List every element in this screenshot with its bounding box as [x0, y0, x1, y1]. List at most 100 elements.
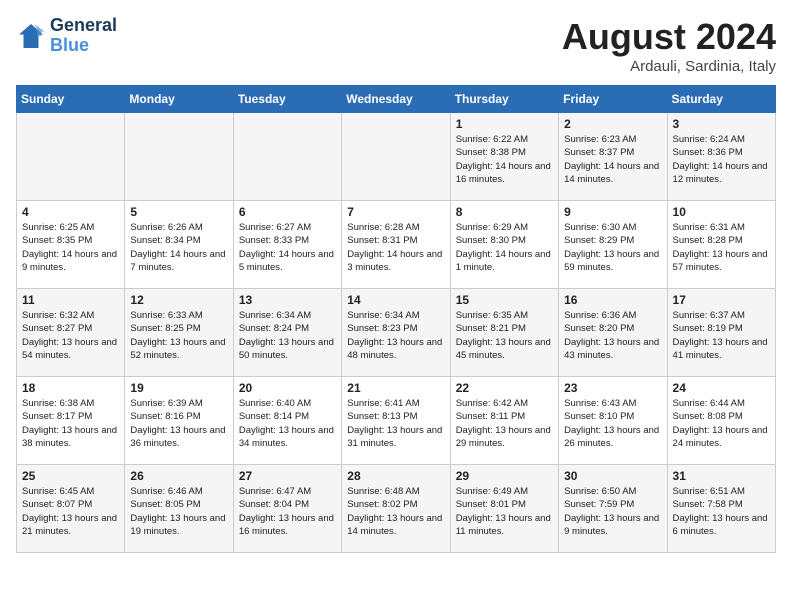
calendar-week-row: 11Sunrise: 6:32 AM Sunset: 8:27 PM Dayli…	[17, 289, 776, 377]
page-header: General Blue August 2024 Ardauli, Sardin…	[16, 16, 776, 75]
calendar-cell: 3 Sunrise: 6:24 AM Sunset: 8:36 PM Daylig…	[667, 113, 775, 201]
day-number: 9	[564, 205, 661, 219]
day-number: 13	[239, 293, 336, 307]
day-number: 19	[130, 381, 227, 395]
calendar-cell	[233, 113, 341, 201]
calendar-cell: 26Sunrise: 6:46 AM Sunset: 8:05 PM Dayli…	[125, 465, 233, 553]
day-number: 6	[239, 205, 336, 219]
sub-title: Ardauli, Sardinia, Italy	[562, 58, 776, 75]
day-info: Sunrise: 6:26 AM Sunset: 8:34 PM Dayligh…	[130, 221, 227, 274]
day-info: Sunrise: 6:51 AM Sunset: 7:58 PM Dayligh…	[673, 485, 770, 538]
day-info: Sunrise: 6:33 AM Sunset: 8:25 PM Dayligh…	[130, 309, 227, 362]
calendar-cell: 20 Sunrise: 6:40 AM Sunset: 8:14 PM Dayli…	[233, 377, 341, 465]
day-number: 18	[22, 381, 119, 395]
logo-text: General Blue	[50, 16, 117, 56]
calendar-cell: 28 Sunrise: 6:48 AM Sunset: 8:02 PM Dayli…	[342, 465, 450, 553]
weekday-header-saturday: Saturday	[667, 86, 775, 113]
logo: General Blue	[16, 16, 117, 56]
day-number: 22	[456, 381, 553, 395]
day-number: 29	[456, 469, 553, 483]
day-info: Sunrise: 6:49 AM Sunset: 8:01 PM Dayligh…	[456, 485, 553, 538]
day-info: Sunrise: 6:48 AM Sunset: 8:02 PM Dayligh…	[347, 485, 444, 538]
calendar-cell: 18 Sunrise: 6:38 AM Sunset: 8:17 PM Dayli…	[17, 377, 125, 465]
calendar-cell: 19 Sunrise: 6:39 AM Sunset: 8:16 PM Dayli…	[125, 377, 233, 465]
calendar-week-row: 4 Sunrise: 6:25 AM Sunset: 8:35 PM Daylig…	[17, 201, 776, 289]
day-info: Sunrise: 6:38 AM Sunset: 8:17 PM Dayligh…	[22, 397, 119, 450]
day-info: Sunrise: 6:44 AM Sunset: 8:08 PM Dayligh…	[673, 397, 770, 450]
day-info: Sunrise: 6:27 AM Sunset: 8:33 PM Dayligh…	[239, 221, 336, 274]
calendar-cell: 30Sunrise: 6:50 AM Sunset: 7:59 PM Dayli…	[559, 465, 667, 553]
calendar-week-row: 18 Sunrise: 6:38 AM Sunset: 8:17 PM Dayli…	[17, 377, 776, 465]
day-number: 31	[673, 469, 770, 483]
day-number: 23	[564, 381, 661, 395]
calendar-cell: 13 Sunrise: 6:34 AM Sunset: 8:24 PM Dayli…	[233, 289, 341, 377]
day-info: Sunrise: 6:29 AM Sunset: 8:30 PM Dayligh…	[456, 221, 553, 274]
calendar-cell: 6 Sunrise: 6:27 AM Sunset: 8:33 PM Daylig…	[233, 201, 341, 289]
main-title: August 2024	[562, 16, 776, 58]
day-info: Sunrise: 6:35 AM Sunset: 8:21 PM Dayligh…	[456, 309, 553, 362]
day-info: Sunrise: 6:37 AM Sunset: 8:19 PM Dayligh…	[673, 309, 770, 362]
day-number: 4	[22, 205, 119, 219]
calendar-cell: 12Sunrise: 6:33 AM Sunset: 8:25 PM Dayli…	[125, 289, 233, 377]
calendar-table: SundayMondayTuesdayWednesdayThursdayFrid…	[16, 85, 776, 553]
day-number: 24	[673, 381, 770, 395]
day-info: Sunrise: 6:34 AM Sunset: 8:23 PM Dayligh…	[347, 309, 444, 362]
calendar-cell: 27Sunrise: 6:47 AM Sunset: 8:04 PM Dayli…	[233, 465, 341, 553]
calendar-cell: 4 Sunrise: 6:25 AM Sunset: 8:35 PM Daylig…	[17, 201, 125, 289]
weekday-header-monday: Monday	[125, 86, 233, 113]
calendar-cell: 21 Sunrise: 6:41 AM Sunset: 8:13 PM Dayli…	[342, 377, 450, 465]
day-info: Sunrise: 6:25 AM Sunset: 8:35 PM Dayligh…	[22, 221, 119, 274]
day-info: Sunrise: 6:47 AM Sunset: 8:04 PM Dayligh…	[239, 485, 336, 538]
calendar-week-row: 25Sunrise: 6:45 AM Sunset: 8:07 PM Dayli…	[17, 465, 776, 553]
day-number: 3	[673, 117, 770, 131]
day-info: Sunrise: 6:39 AM Sunset: 8:16 PM Dayligh…	[130, 397, 227, 450]
logo-line1: General	[50, 16, 117, 36]
day-info: Sunrise: 6:42 AM Sunset: 8:11 PM Dayligh…	[456, 397, 553, 450]
calendar-cell: 14 Sunrise: 6:34 AM Sunset: 8:23 PM Dayli…	[342, 289, 450, 377]
calendar-cell: 15 Sunrise: 6:35 AM Sunset: 8:21 PM Dayli…	[450, 289, 558, 377]
calendar-cell: 8 Sunrise: 6:29 AM Sunset: 8:30 PM Daylig…	[450, 201, 558, 289]
title-block: August 2024 Ardauli, Sardinia, Italy	[562, 16, 776, 75]
calendar-cell: 31 Sunrise: 6:51 AM Sunset: 7:58 PM Dayli…	[667, 465, 775, 553]
day-number: 15	[456, 293, 553, 307]
day-info: Sunrise: 6:34 AM Sunset: 8:24 PM Dayligh…	[239, 309, 336, 362]
day-number: 10	[673, 205, 770, 219]
day-info: Sunrise: 6:43 AM Sunset: 8:10 PM Dayligh…	[564, 397, 661, 450]
day-number: 11	[22, 293, 119, 307]
calendar-cell: 10 Sunrise: 6:31 AM Sunset: 8:28 PM Dayli…	[667, 201, 775, 289]
day-info: Sunrise: 6:22 AM Sunset: 8:38 PM Dayligh…	[456, 133, 553, 186]
day-number: 8	[456, 205, 553, 219]
day-number: 28	[347, 469, 444, 483]
calendar-cell: 7Sunrise: 6:28 AM Sunset: 8:31 PM Daylig…	[342, 201, 450, 289]
weekday-header-wednesday: Wednesday	[342, 86, 450, 113]
logo-icon	[16, 21, 46, 51]
calendar-cell: 24 Sunrise: 6:44 AM Sunset: 8:08 PM Dayli…	[667, 377, 775, 465]
day-number: 21	[347, 381, 444, 395]
day-number: 26	[130, 469, 227, 483]
calendar-cell: 29 Sunrise: 6:49 AM Sunset: 8:01 PM Dayli…	[450, 465, 558, 553]
day-number: 2	[564, 117, 661, 131]
day-number: 14	[347, 293, 444, 307]
day-info: Sunrise: 6:41 AM Sunset: 8:13 PM Dayligh…	[347, 397, 444, 450]
weekday-header-tuesday: Tuesday	[233, 86, 341, 113]
day-info: Sunrise: 6:31 AM Sunset: 8:28 PM Dayligh…	[673, 221, 770, 274]
day-info: Sunrise: 6:24 AM Sunset: 8:36 PM Dayligh…	[673, 133, 770, 186]
calendar-cell: 5 Sunrise: 6:26 AM Sunset: 8:34 PM Daylig…	[125, 201, 233, 289]
calendar-cell: 16Sunrise: 6:36 AM Sunset: 8:20 PM Dayli…	[559, 289, 667, 377]
day-number: 5	[130, 205, 227, 219]
calendar-cell: 23 Sunrise: 6:43 AM Sunset: 8:10 PM Dayli…	[559, 377, 667, 465]
day-info: Sunrise: 6:23 AM Sunset: 8:37 PM Dayligh…	[564, 133, 661, 186]
calendar-cell: 11Sunrise: 6:32 AM Sunset: 8:27 PM Dayli…	[17, 289, 125, 377]
day-info: Sunrise: 6:40 AM Sunset: 8:14 PM Dayligh…	[239, 397, 336, 450]
calendar-cell	[17, 113, 125, 201]
day-number: 20	[239, 381, 336, 395]
day-number: 17	[673, 293, 770, 307]
calendar-cell: 22 Sunrise: 6:42 AM Sunset: 8:11 PM Dayli…	[450, 377, 558, 465]
calendar-cell: 25Sunrise: 6:45 AM Sunset: 8:07 PM Dayli…	[17, 465, 125, 553]
calendar-cell: 1 Sunrise: 6:22 AM Sunset: 8:38 PM Daylig…	[450, 113, 558, 201]
day-number: 1	[456, 117, 553, 131]
day-number: 16	[564, 293, 661, 307]
weekday-header-sunday: Sunday	[17, 86, 125, 113]
day-info: Sunrise: 6:28 AM Sunset: 8:31 PM Dayligh…	[347, 221, 444, 274]
day-info: Sunrise: 6:30 AM Sunset: 8:29 PM Dayligh…	[564, 221, 661, 274]
